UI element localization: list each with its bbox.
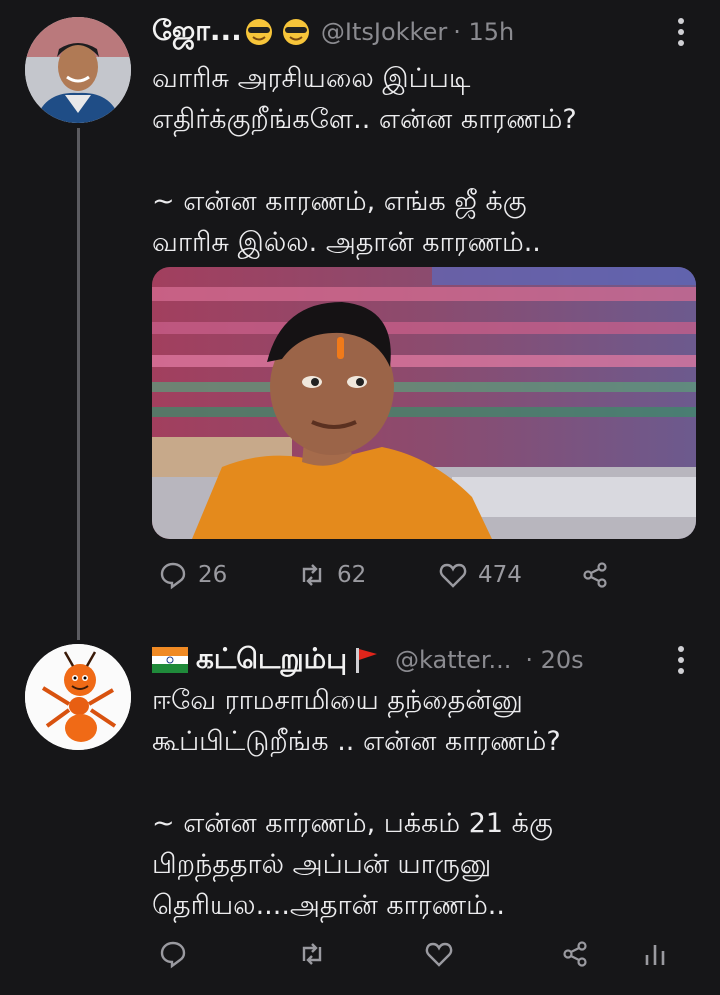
reply-icon bbox=[160, 562, 186, 590]
tweet-time[interactable]: · 20s bbox=[525, 646, 583, 674]
text-line-blank bbox=[152, 140, 692, 181]
tweet-actions: 26 62 474 bbox=[152, 560, 692, 600]
text-line: பிறந்ததால் அப்பன் யாருனு bbox=[152, 849, 492, 880]
user-handle[interactable]: @katter... bbox=[395, 646, 511, 674]
tweet-text: ஈவே ராமசாமியை தந்தைன்னு கூப்பிட்டுறீங்க … bbox=[152, 680, 692, 926]
thread-connector-line bbox=[77, 128, 80, 640]
analytics-button[interactable] bbox=[640, 939, 670, 969]
tweet-time[interactable]: · 15h bbox=[453, 18, 514, 46]
retweet-icon bbox=[302, 564, 322, 586]
more-icon[interactable] bbox=[666, 14, 696, 50]
heart-icon bbox=[425, 942, 453, 967]
red-flag-icon bbox=[347, 646, 385, 674]
analytics-icon bbox=[645, 945, 665, 965]
user-handle[interactable]: @ItsJokker bbox=[321, 18, 447, 46]
tweet-actions bbox=[152, 939, 692, 979]
like-button[interactable]: 474 bbox=[438, 560, 522, 590]
reply-icon bbox=[160, 941, 186, 969]
tweet-header: ஜோ... @ItsJokker · 15h bbox=[152, 12, 690, 52]
reply-button[interactable]: 26 bbox=[158, 560, 227, 590]
like-count: 474 bbox=[478, 562, 522, 588]
india-flag-icon bbox=[152, 647, 196, 673]
text-line: வாரிசு இல்ல. அதான் காரணம்.. bbox=[152, 227, 541, 258]
avatar-jokker[interactable] bbox=[25, 17, 131, 123]
display-name[interactable]: ஜோ... bbox=[152, 14, 242, 51]
avatar-ant[interactable] bbox=[25, 644, 131, 750]
display-name[interactable]: கட்டெறும்பு bbox=[196, 642, 347, 679]
like-button[interactable] bbox=[424, 939, 454, 969]
retweet-button[interactable]: 62 bbox=[297, 560, 366, 590]
share-button[interactable] bbox=[560, 939, 590, 969]
retweet-button[interactable] bbox=[297, 939, 327, 969]
share-icon bbox=[583, 562, 607, 588]
reply-count: 26 bbox=[198, 562, 228, 588]
text-line: ஈவே ராமசாமியை தந்தைன்னு bbox=[152, 685, 523, 716]
tweet-media-image[interactable] bbox=[152, 267, 696, 539]
text-line: எதிர்க்குறீங்களே.. என்ன காரணம்? bbox=[152, 104, 577, 135]
reply-button[interactable] bbox=[158, 939, 188, 969]
retweet-icon bbox=[302, 943, 322, 965]
text-line: ~ என்ன காரணம், பக்கம் 21 க்கு bbox=[152, 808, 553, 839]
text-line: ~ என்ன காரணம், எங்க ஜீ க்கு bbox=[152, 186, 527, 217]
heart-icon bbox=[439, 563, 467, 588]
more-icon[interactable] bbox=[666, 642, 696, 678]
retweet-count: 62 bbox=[337, 562, 367, 588]
share-button[interactable] bbox=[580, 560, 610, 590]
share-icon bbox=[563, 941, 587, 967]
tweet-text: வாரிசு அரசியலை இப்படி எதிர்க்குறீங்களே..… bbox=[152, 58, 692, 263]
tweet-header: கட்டெறும்பு @katter... · 20s bbox=[152, 640, 690, 680]
text-line: தெரியல....அதான் காரணம்.. bbox=[152, 890, 505, 921]
text-line: வாரிசு அரசியலை இப்படி bbox=[152, 63, 471, 94]
text-line: கூப்பிட்டுறீங்க .. என்ன காரணம்? bbox=[152, 726, 561, 757]
sunglasses-emoji-icon bbox=[242, 17, 311, 47]
text-line-blank bbox=[152, 762, 692, 803]
